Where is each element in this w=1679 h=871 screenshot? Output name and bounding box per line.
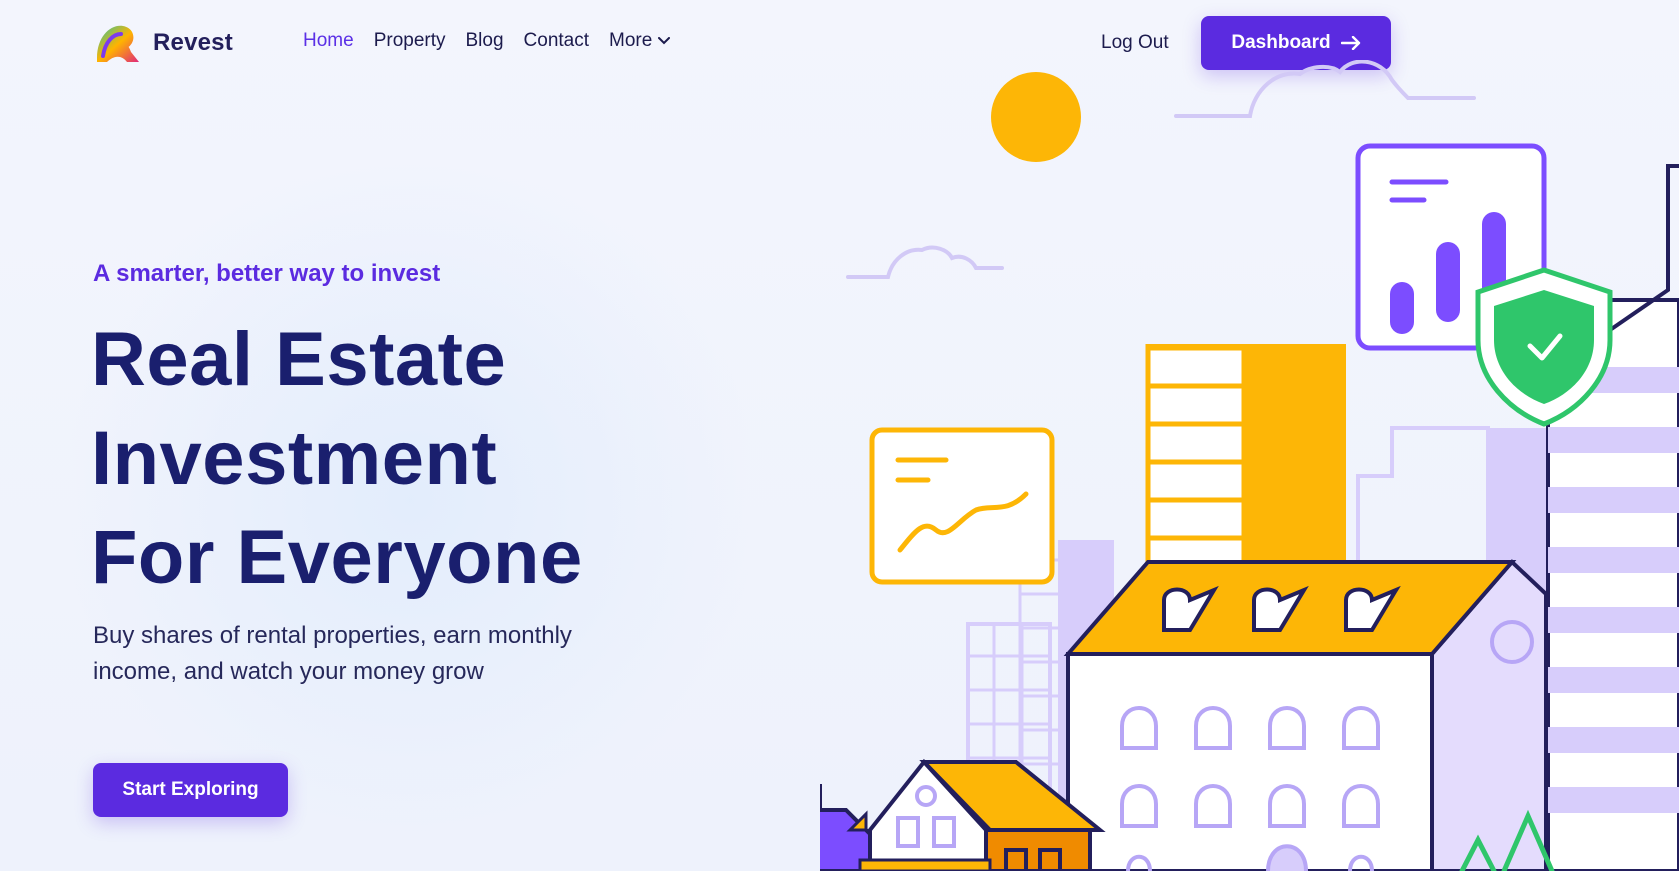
brand-name: Revest <box>153 29 233 56</box>
cloud-shape <box>846 245 1004 279</box>
headline-line-3: For Everyone <box>91 515 583 600</box>
nav-item-property[interactable]: Property <box>374 30 446 52</box>
nav-item-contact[interactable]: Contact <box>524 30 589 52</box>
headline-line-2: Investment <box>91 416 498 501</box>
hero-tagline: A smarter, better way to invest <box>93 260 441 287</box>
sun-shape <box>991 72 1081 162</box>
main-nav: Home Property Blog Contact More <box>303 30 671 52</box>
hero-headline: Real Estate Investment For Everyone <box>91 310 583 607</box>
bg-building-grid <box>1020 592 1060 766</box>
bar-chart-bar <box>1436 242 1460 322</box>
start-exploring-button[interactable]: Start Exploring <box>93 763 288 817</box>
headline-line-1: Real Estate <box>91 317 507 402</box>
nav-item-blog[interactable]: Blog <box>466 30 504 52</box>
arrow-right-icon <box>1340 36 1360 50</box>
bar-chart-bar <box>1390 282 1414 334</box>
growth-chart-card <box>869 427 1055 585</box>
revest-logo-icon <box>97 25 139 62</box>
hero-subtext: Buy shares of rental properties, earn mo… <box>93 622 572 685</box>
city-illustration <box>820 60 1679 871</box>
yellow-tower-front <box>1150 348 1242 584</box>
logout-link[interactable]: Log Out <box>1101 32 1169 54</box>
dashboard-button-label: Dashboard <box>1231 32 1331 53</box>
apartment-front <box>1066 652 1434 871</box>
house-base <box>858 858 992 871</box>
nav-item-home[interactable]: Home <box>303 30 354 52</box>
brand-logo[interactable]: Revest <box>93 22 233 64</box>
apartment-door-arch <box>1266 844 1308 871</box>
chevron-down-icon <box>658 37 671 45</box>
nav-item-more[interactable]: More <box>609 30 671 52</box>
cloud-shape <box>1174 60 1476 118</box>
nav-item-more-label: More <box>609 30 653 51</box>
